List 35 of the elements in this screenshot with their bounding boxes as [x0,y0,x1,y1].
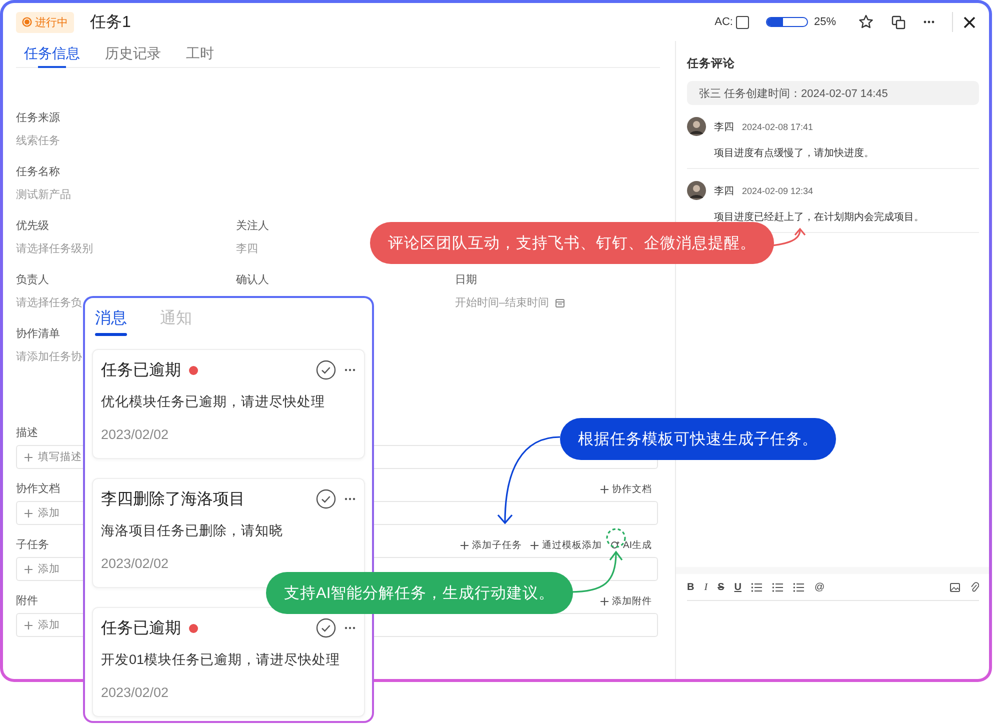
field-label: 协作清单 [16,327,61,342]
message-title: 任务已逾期 [101,360,181,380]
task-title: 任务1 [90,12,131,32]
message-date: 2023/02/02 [101,556,170,571]
comments-title: 任务评论 [687,56,736,72]
message-date: 2023/02/02 [101,427,170,442]
section-label: 附件 [16,594,38,609]
field-label: 任务名称 [16,165,61,180]
comment-time: 2024-02-09 12:34 [742,186,814,196]
comment-time: 2024-02-08 17:41 [742,122,814,132]
field-label: 日期 [455,273,478,288]
status-badge: 进行中 [16,12,74,32]
callout-tooltip: 评论区团队互动，支持飞书、钉钉、企微消息提醒。 [370,222,774,264]
field-label: 确认人 [236,273,270,288]
creation-note: 张三 任务创建时间：2024-02-07 14:45 [687,81,979,105]
progress-reading: 25% [814,16,836,28]
message-text: 优化模块任务已逾期，请进尽快处理 [101,393,326,411]
comment-text: 项目进度有点缓慢了，请加快进度。 [714,146,875,161]
field-label: 负责人 [16,272,50,288]
callout-tooltip: 支持AI智能分解任务，生成行动建议。 [266,572,573,614]
comment-text: 项目进度已经赶上了，在计划期内会完成项目。 [714,210,925,225]
section-label: 协作文档 [16,482,60,497]
callout-tooltip: 根据任务模板可快速生成子任务。 [560,418,836,460]
message-text: 海洛项目任务已删除，请知晓 [101,522,284,540]
ac-label: AC: [714,16,733,28]
section-label: 描述 [16,426,38,441]
message-title: 任务已逾期 [101,618,181,638]
field-label: 优先级 [16,219,50,234]
section-label: 子任务 [16,538,49,553]
field-label: 关注人 [236,218,270,234]
comment-author: 李四 [714,120,734,134]
comment-author: 李四 [714,184,734,198]
field-label: 任务来源 [16,111,61,126]
message-text: 开发01模块任务已逾期，请进尽快处理 [101,651,342,669]
message-date: 2023/02/02 [101,685,170,700]
